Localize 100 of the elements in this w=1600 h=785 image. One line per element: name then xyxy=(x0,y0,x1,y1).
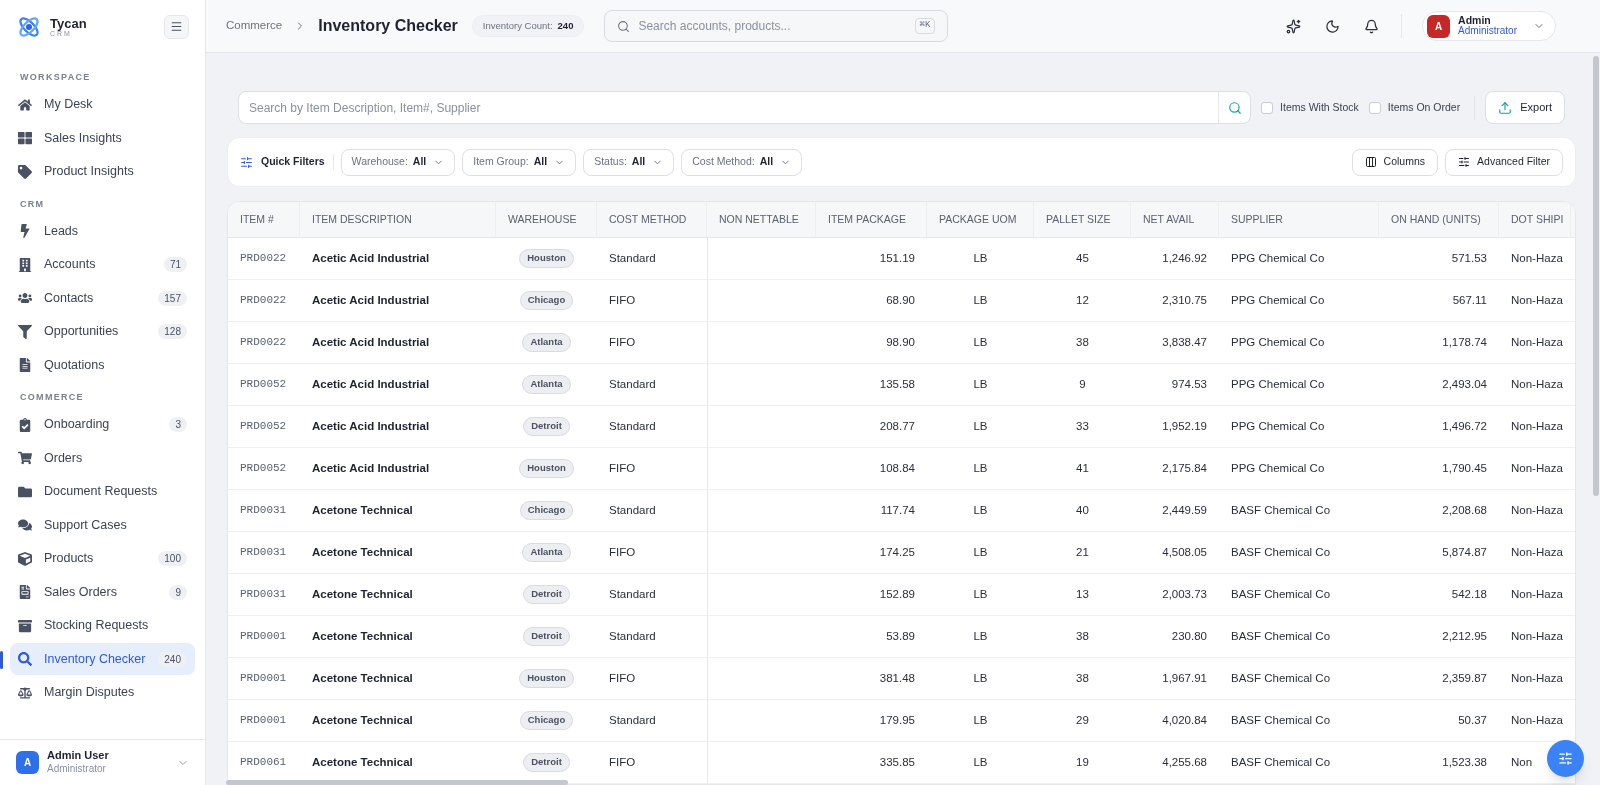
filter-dropdown[interactable]: Item Group: All xyxy=(462,148,577,176)
sidebar-item[interactable]: Orders xyxy=(10,442,195,474)
table-cell-text: BASF Chemical Co xyxy=(1231,586,1331,602)
table-cell-text: Acetone Technical xyxy=(312,586,413,602)
sidebar-item[interactable]: Document Requests xyxy=(10,475,195,508)
table-cell-text: PRD0022 xyxy=(240,251,287,267)
vertical-scrollbar[interactable] xyxy=(1593,56,1599,496)
search-icon xyxy=(617,19,631,33)
column-header[interactable]: ITEM DESCRIPTION xyxy=(312,211,412,228)
sidebar-item[interactable]: Inventory Checker 240 xyxy=(10,643,195,675)
advanced-filter-button[interactable]: Advanced Filter xyxy=(1445,148,1563,176)
brand-name: Tycan xyxy=(50,16,87,30)
table-cell-text: 1,246.92 xyxy=(1162,250,1207,266)
sidebar-item[interactable]: Leads xyxy=(10,215,195,247)
table-cell-text: LB xyxy=(973,586,988,602)
sidebar-item[interactable]: Sales Insights xyxy=(10,122,195,154)
sidebar-item[interactable]: My Desk xyxy=(10,88,195,121)
column-header[interactable]: SUPPLIER xyxy=(1231,211,1283,228)
table-cell-text: 40 xyxy=(1076,502,1089,518)
tag-icon xyxy=(18,164,32,179)
sidebar-item[interactable]: Margin Disputes xyxy=(10,676,195,709)
search-icon xyxy=(1227,100,1242,115)
table-cell-text: PRD0022 xyxy=(240,335,287,351)
table-cell-text: LB xyxy=(973,334,988,350)
sidebar-item[interactable]: Accounts 71 xyxy=(10,248,195,281)
search-field[interactable]: Search by Item Description, Item#, Supplier xyxy=(249,98,1219,117)
sidebar-item[interactable]: Contacts 157 xyxy=(10,282,195,314)
horizontal-scrollbar[interactable] xyxy=(226,780,568,785)
table-cell-text: Acetone Technical xyxy=(312,754,413,770)
sidebar-item[interactable]: Onboarding 3 xyxy=(10,408,195,441)
count-badge: 128 xyxy=(158,324,187,339)
table-cell-text: LB xyxy=(973,754,988,770)
column-header[interactable]: NET AVAIL xyxy=(1143,211,1195,228)
column-header[interactable]: WAREHOUSE xyxy=(508,211,577,228)
table-cell-text: 53.89 xyxy=(886,628,915,644)
menu-button[interactable] xyxy=(164,14,189,39)
search-field[interactable]: Search accounts, products... xyxy=(638,17,907,35)
column-header[interactable]: NON NETTABLE xyxy=(719,211,799,228)
user-menu[interactable]: A Admin Administrator xyxy=(1422,11,1556,41)
breadcrumb-link[interactable]: Commerce xyxy=(226,17,283,35)
columns-icon xyxy=(1364,156,1377,168)
table-cell-text: LB xyxy=(973,670,988,686)
search-bar[interactable]: Search accounts, products... ⌘K xyxy=(604,10,949,42)
sidebar-item[interactable]: Opportunities 128 xyxy=(10,315,195,348)
column-header[interactable]: ITEM # xyxy=(240,211,274,228)
table-cell-text: 21 xyxy=(1076,544,1089,560)
user-name: Admin User xyxy=(47,749,110,764)
columns-button[interactable]: Columns xyxy=(1351,148,1439,176)
table-cell-text: Standard xyxy=(609,586,656,602)
table-cell-text: Standard xyxy=(609,250,656,266)
sidebar-item[interactable]: Products 100 xyxy=(10,542,195,575)
sparkles-icon[interactable] xyxy=(1286,18,1302,34)
search-bar[interactable]: Search by Item Description, Item#, Supplier xyxy=(238,91,1252,124)
table-cell-text: LB xyxy=(973,712,988,728)
count-badge: 3 xyxy=(169,417,187,432)
user-role: Administrator xyxy=(1458,26,1517,37)
count-badge: 100 xyxy=(158,551,187,566)
sliders-icon xyxy=(1558,751,1573,766)
table-cell-text: 33 xyxy=(1076,418,1089,434)
people-icon xyxy=(18,291,32,305)
table-cell-text: 3,838.47 xyxy=(1162,334,1207,350)
notification-icon[interactable] xyxy=(1364,18,1380,34)
column-header[interactable]: COST METHOD xyxy=(609,211,687,228)
moon-icon[interactable] xyxy=(1325,18,1341,34)
column-header[interactable]: PACKAGE UOM xyxy=(939,211,1017,228)
count-badge: 157 xyxy=(158,290,187,306)
sidebar-item[interactable]: Support Cases xyxy=(10,509,195,541)
export-button[interactable]: Export xyxy=(1485,91,1565,124)
sidebar-item[interactable]: Stocking Requests xyxy=(10,609,195,642)
count-label: Inventory Count: xyxy=(482,18,553,33)
cart-icon xyxy=(18,451,32,465)
table-cell-text: 38 xyxy=(1076,334,1089,350)
table-cell-text: 98.90 xyxy=(886,334,915,350)
scale-icon xyxy=(18,685,32,700)
table-cell-text: 9 xyxy=(1079,376,1086,392)
filter-dropdown[interactable]: Status: All xyxy=(583,148,675,176)
table-cell-text: Acetone Technical xyxy=(312,544,413,560)
sidebar-item[interactable]: Product Insights xyxy=(10,155,195,188)
column-header[interactable]: ON HAND (UNITS) xyxy=(1391,211,1481,228)
table-cell-text: 2,175.84 xyxy=(1162,460,1207,476)
table-cell-text: Acetic Acid Industrial xyxy=(312,418,430,434)
warehouse-tag: Houston xyxy=(519,669,574,688)
table-cell-text: 179.95 xyxy=(879,712,915,728)
checkbox[interactable] xyxy=(1368,101,1381,114)
table-cell-text: Non-Haza xyxy=(1511,292,1563,308)
checkbox[interactable] xyxy=(1261,101,1274,114)
filter-dropdown[interactable]: Cost Method: All xyxy=(681,148,803,176)
table-cell-text: LB xyxy=(973,250,988,266)
sidebar-item[interactable]: Sales Orders 9 xyxy=(10,576,195,608)
filter-dropdown[interactable]: Warehouse: All xyxy=(340,148,456,176)
table-cell-text: Acetic Acid Industrial xyxy=(312,292,430,308)
sidebar-item[interactable]: Quotations xyxy=(10,349,195,381)
column-header[interactable]: PALLET SIZE xyxy=(1046,211,1111,228)
column-header[interactable]: ITEM PACKAGE xyxy=(828,211,906,228)
column-header[interactable]: DOT SHIPI xyxy=(1511,211,1564,228)
cube-icon xyxy=(18,551,32,566)
user-role: Administrator xyxy=(47,763,107,776)
document-icon xyxy=(18,358,32,372)
table-cell-text: 19 xyxy=(1076,754,1089,770)
user-profile[interactable]: A Admin User Administrator xyxy=(0,739,205,785)
